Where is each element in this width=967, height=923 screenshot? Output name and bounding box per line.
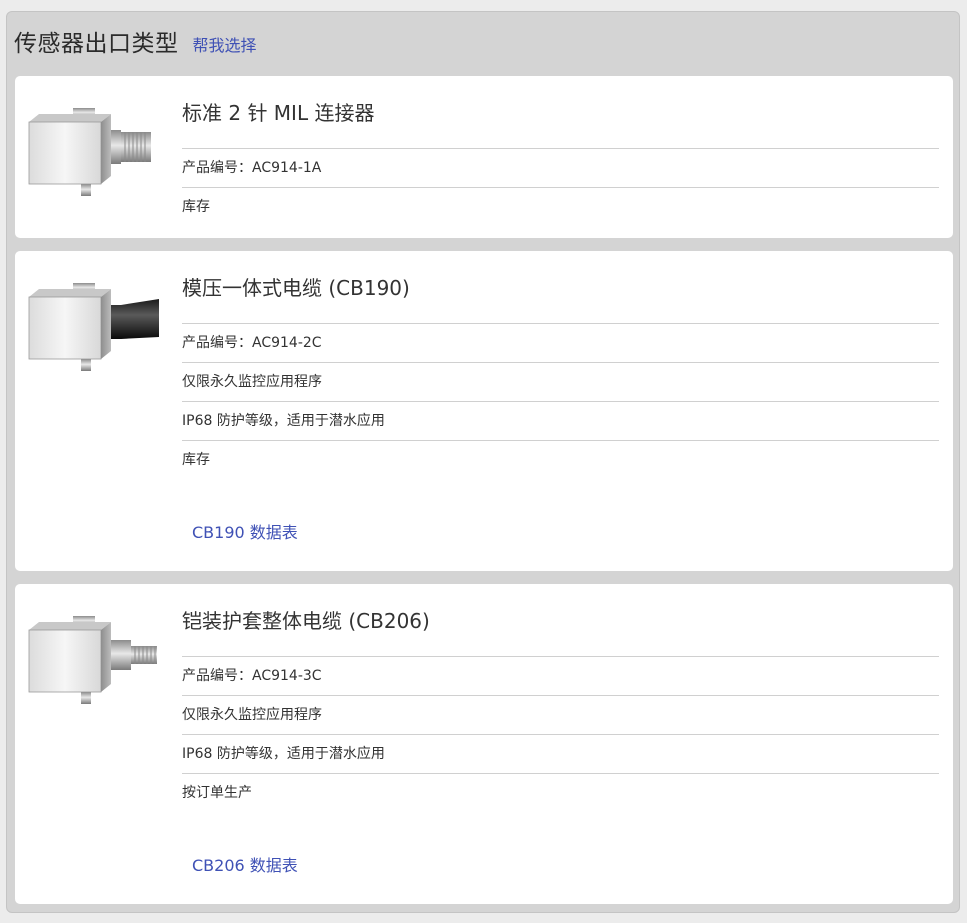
molded-cable bbox=[111, 299, 159, 339]
mil-connector-sensor-image bbox=[28, 108, 151, 196]
sensor-top-face bbox=[29, 114, 111, 122]
product-details: 模压一体式电缆 (CB190) 产品编号：AC914-2C 仅限永久监控应用程序… bbox=[182, 275, 939, 479]
sensor-side-face bbox=[101, 114, 111, 184]
availability: 库存 bbox=[182, 199, 210, 215]
ip-rating-note: IP68 防护等级，适用于潜水应用 bbox=[182, 735, 939, 774]
product-card-armored-cable[interactable]: 铠装护套整体电缆 (CB206) 产品编号：AC914-3C 仅限永久监控应用程… bbox=[15, 584, 953, 904]
armored-cable-sensor-image bbox=[28, 616, 157, 704]
product-details: 铠装护套整体电缆 (CB206) 产品编号：AC914-3C 仅限永久监控应用程… bbox=[182, 608, 939, 812]
product-title: 模压一体式电缆 (CB190) bbox=[182, 275, 939, 324]
usage-note: 仅限永久监控应用程序 bbox=[182, 696, 939, 735]
part-number: 产品编号：AC914-2C bbox=[182, 324, 939, 363]
sensor-front-face bbox=[28, 629, 102, 693]
connector-collar bbox=[111, 130, 121, 164]
availability: 按订单生产 bbox=[182, 785, 252, 801]
sensor-front-face bbox=[28, 121, 102, 185]
panel-header: 传感器出口类型 帮我选择 bbox=[14, 24, 257, 58]
usage-note: 仅限永久监控应用程序 bbox=[182, 363, 939, 402]
product-details: 标准 2 针 MIL 连接器 产品编号：AC914-1A 库存 bbox=[182, 100, 939, 226]
sensor-top-face bbox=[29, 289, 111, 297]
sensor-side-face bbox=[101, 622, 111, 692]
panel-title: 传感器出口类型 bbox=[14, 31, 179, 57]
molded-cable-sensor-image bbox=[28, 283, 159, 371]
sensor-exit-panel: 传感器出口类型 帮我选择 标准 2 针 MIL 连接器 产品编号：AC914-1… bbox=[6, 11, 960, 913]
sensor-bottom-stud bbox=[81, 692, 91, 704]
sensor-side-face bbox=[101, 289, 111, 359]
part-number: 产品编号：AC914-1A bbox=[182, 149, 939, 188]
help-me-choose-link[interactable]: 帮我选择 bbox=[193, 32, 257, 56]
cable-gland bbox=[111, 640, 131, 670]
part-number: 产品编号：AC914-3C bbox=[182, 657, 939, 696]
product-card-mil-connector[interactable]: 标准 2 针 MIL 连接器 产品编号：AC914-1A 库存 bbox=[15, 76, 953, 238]
sensor-bottom-stud bbox=[81, 359, 91, 371]
ip-rating-note: IP68 防护等级，适用于潜水应用 bbox=[182, 402, 939, 441]
product-title: 铠装护套整体电缆 (CB206) bbox=[182, 608, 939, 657]
sensor-bottom-stud bbox=[81, 184, 91, 196]
sensor-top-face bbox=[29, 622, 111, 630]
product-card-molded-cable[interactable]: 模压一体式电缆 (CB190) 产品编号：AC914-2C 仅限永久监控应用程序… bbox=[15, 251, 953, 571]
cb190-datasheet-link[interactable]: CB190 数据表 bbox=[192, 519, 298, 543]
product-title: 标准 2 针 MIL 连接器 bbox=[182, 100, 939, 149]
sensor-front-face bbox=[28, 296, 102, 360]
cb206-datasheet-link[interactable]: CB206 数据表 bbox=[192, 852, 298, 876]
availability: 库存 bbox=[182, 452, 210, 468]
